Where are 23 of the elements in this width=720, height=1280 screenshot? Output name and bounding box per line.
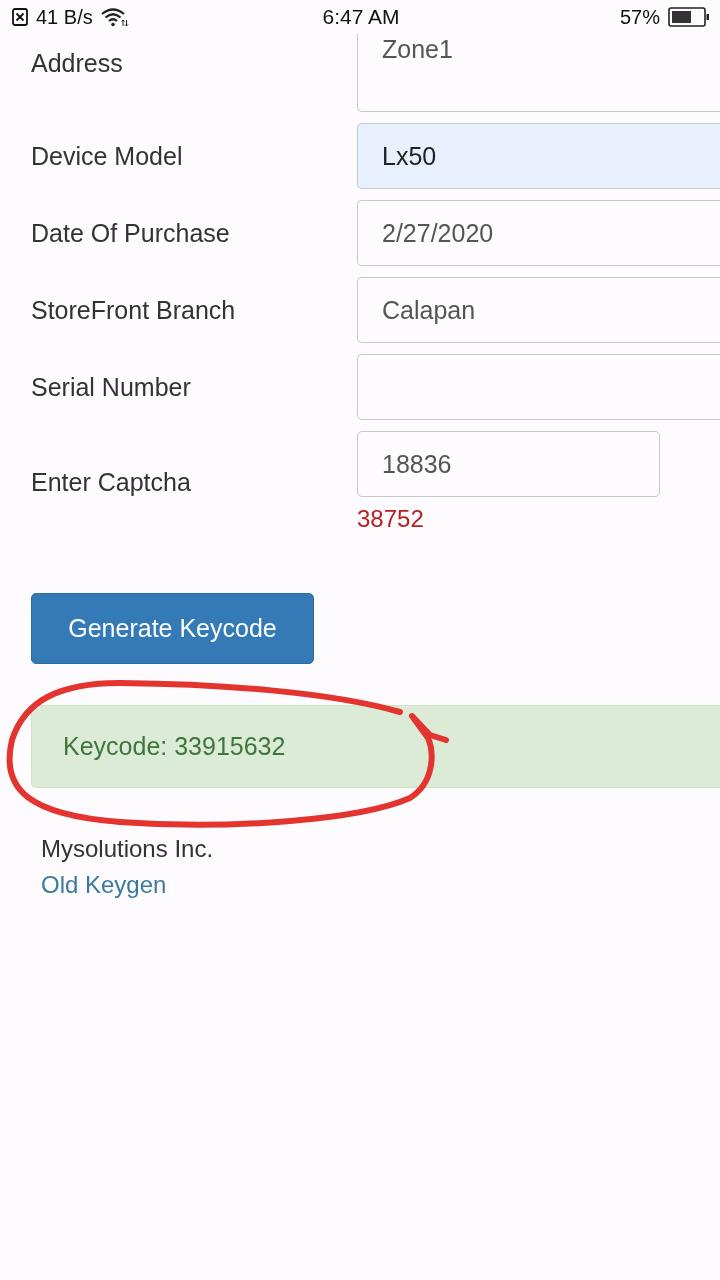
field-label: Address xyxy=(31,49,124,78)
input-field[interactable]: Lx50 xyxy=(357,123,720,189)
generate-keycode-button[interactable]: Generate Keycode xyxy=(31,593,314,664)
battery-icon xyxy=(668,7,710,27)
captcha-code: 38752 xyxy=(357,505,424,533)
field-label: Enter Captcha xyxy=(31,467,192,497)
field-label: Date Of Purchase xyxy=(31,218,231,248)
textarea-field[interactable]: Zone1 xyxy=(357,34,720,112)
wifi-icon xyxy=(100,7,129,27)
field-label: Device Model xyxy=(31,141,184,171)
input-field[interactable] xyxy=(357,354,720,420)
input-field[interactable]: Calapan xyxy=(357,277,720,343)
company-name: Mysolutions Inc. xyxy=(41,836,214,863)
input-field[interactable]: 2/27/2020 xyxy=(357,200,720,266)
x-box-icon xyxy=(12,8,28,26)
battery-percent: 57% xyxy=(619,5,660,29)
captcha-field[interactable]: 18836 xyxy=(357,431,660,497)
network-speed: 41 B/s xyxy=(36,5,93,29)
field-label: Serial Number xyxy=(31,372,192,402)
clock-time: 6:47 AM xyxy=(322,5,400,29)
field-label: StoreFront Branch xyxy=(31,295,237,325)
old-keygen-link[interactable]: Old Keygen xyxy=(41,872,167,899)
keycode-text: Keycode: 33915632 xyxy=(63,732,286,761)
